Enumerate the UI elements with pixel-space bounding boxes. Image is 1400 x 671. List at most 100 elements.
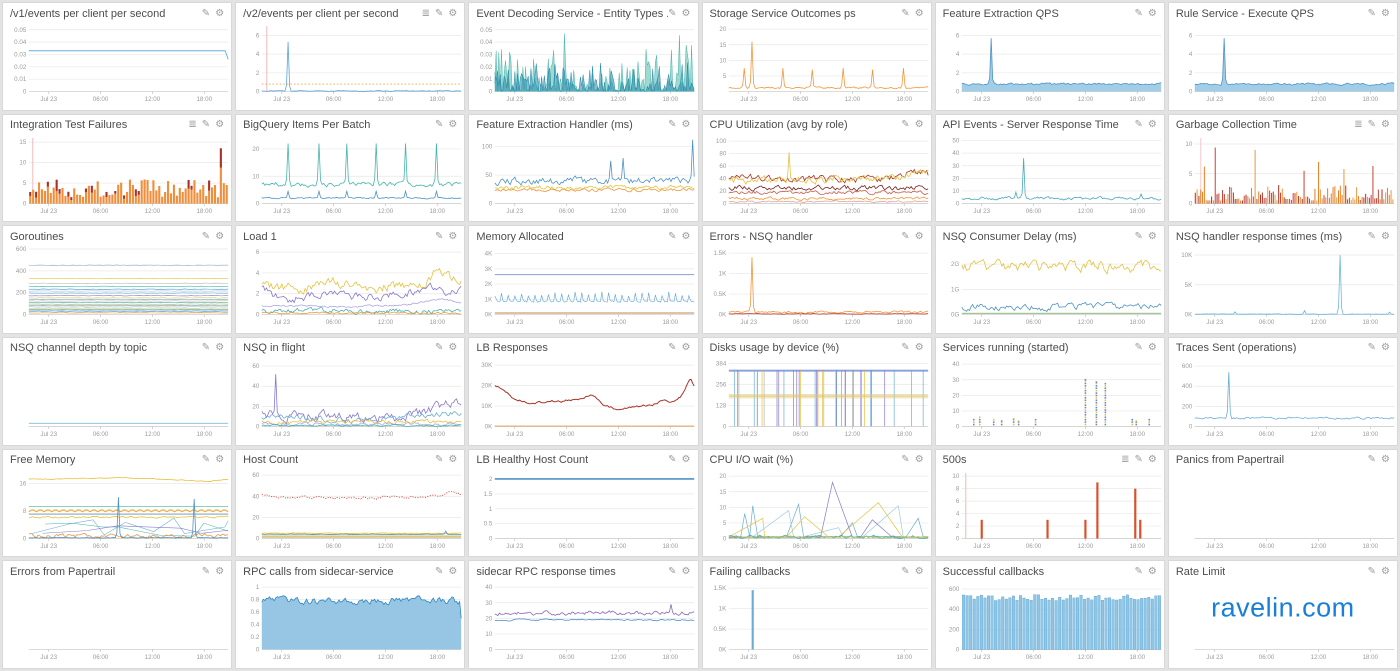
pencil-icon[interactable]: ✎ (202, 9, 210, 19)
gear-icon[interactable]: ⚙ (915, 567, 924, 577)
pencil-icon[interactable]: ✎ (435, 343, 443, 353)
pencil-icon[interactable]: ✎ (1368, 120, 1376, 130)
list-icon[interactable]: ≣ (1121, 455, 1129, 465)
gear-icon[interactable]: ⚙ (448, 567, 457, 577)
panel-header: Goroutines ✎⚙ (3, 226, 231, 244)
gear-icon[interactable]: ⚙ (682, 455, 691, 465)
gear-icon[interactable]: ⚙ (1148, 120, 1157, 130)
pencil-icon[interactable]: ✎ (202, 120, 210, 130)
pencil-icon[interactable]: ✎ (1134, 9, 1142, 19)
gear-icon[interactable]: ⚙ (915, 120, 924, 130)
panel: Memory Allocated ✎⚙ 0K1K2K3K4KJul 2306:0… (468, 225, 698, 334)
gear-icon[interactable]: ⚙ (1148, 232, 1157, 242)
pencil-icon[interactable]: ✎ (1134, 120, 1142, 130)
gear-icon[interactable]: ⚙ (682, 120, 691, 130)
pencil-icon[interactable]: ✎ (668, 567, 676, 577)
svg-text:12:00: 12:00 (1077, 431, 1093, 438)
gear-icon[interactable]: ⚙ (915, 9, 924, 19)
pencil-icon[interactable]: ✎ (901, 455, 909, 465)
gear-icon[interactable]: ⚙ (1148, 567, 1157, 577)
gear-icon[interactable]: ⚙ (682, 567, 691, 577)
pencil-icon[interactable]: ✎ (1368, 9, 1376, 19)
gear-icon[interactable]: ⚙ (215, 567, 224, 577)
pencil-icon[interactable]: ✎ (901, 567, 909, 577)
panel-header: RPC calls from sidecar-service ✎⚙ (236, 561, 464, 579)
gear-icon[interactable]: ⚙ (215, 232, 224, 242)
svg-text:30: 30 (952, 162, 959, 169)
chart: 5101520Jul 2306:0012:0018:00 (703, 21, 931, 110)
pencil-icon[interactable]: ✎ (668, 120, 676, 130)
gear-icon[interactable]: ⚙ (682, 343, 691, 353)
svg-text:4: 4 (955, 510, 959, 517)
svg-text:5: 5 (722, 73, 726, 80)
pencil-icon[interactable]: ✎ (668, 9, 676, 19)
pencil-icon[interactable]: ✎ (1134, 232, 1142, 242)
list-icon[interactable]: ≣ (422, 9, 430, 19)
svg-text:18:00: 18:00 (896, 96, 912, 103)
panel-header: LB Healthy Host Count ✎⚙ (469, 450, 697, 468)
svg-text:Jul 23: Jul 23 (740, 543, 757, 550)
gear-icon[interactable]: ⚙ (215, 455, 224, 465)
svg-text:1K: 1K (485, 297, 493, 304)
pencil-icon[interactable]: ✎ (435, 9, 443, 19)
gear-icon[interactable]: ⚙ (448, 232, 457, 242)
pencil-icon[interactable]: ✎ (668, 232, 676, 242)
svg-text:1.5K: 1.5K (713, 250, 727, 257)
gear-icon[interactable]: ⚙ (915, 455, 924, 465)
pencil-icon[interactable]: ✎ (435, 567, 443, 577)
gear-icon[interactable]: ⚙ (448, 343, 457, 353)
pencil-icon[interactable]: ✎ (901, 232, 909, 242)
pencil-icon[interactable]: ✎ (668, 455, 676, 465)
panel-actions: ✎⚙ (901, 232, 923, 242)
gear-icon[interactable]: ⚙ (1148, 343, 1157, 353)
pencil-icon[interactable]: ✎ (435, 120, 443, 130)
pencil-icon[interactable]: ✎ (1134, 343, 1142, 353)
list-icon[interactable]: ≣ (1354, 120, 1362, 130)
pencil-icon[interactable]: ✎ (1368, 232, 1376, 242)
list-icon[interactable]: ≣ (188, 120, 196, 130)
gear-icon[interactable]: ⚙ (1381, 567, 1390, 577)
gear-icon[interactable]: ⚙ (215, 9, 224, 19)
pencil-icon[interactable]: ✎ (202, 567, 210, 577)
gear-icon[interactable]: ⚙ (215, 120, 224, 130)
gear-icon[interactable]: ⚙ (1381, 232, 1390, 242)
gear-icon[interactable]: ⚙ (1381, 343, 1390, 353)
svg-text:12:00: 12:00 (611, 96, 627, 103)
svg-text:Jul 23: Jul 23 (1206, 319, 1223, 326)
pencil-icon[interactable]: ✎ (202, 343, 210, 353)
panel-title: Panics from Papertrail (1176, 454, 1284, 466)
pencil-icon[interactable]: ✎ (668, 343, 676, 353)
gear-icon[interactable]: ⚙ (1381, 455, 1390, 465)
pencil-icon[interactable]: ✎ (1134, 455, 1142, 465)
panel-header: CPU I/O wait (%) ✎⚙ (703, 450, 931, 468)
pencil-icon[interactable]: ✎ (901, 120, 909, 130)
gear-icon[interactable]: ⚙ (1148, 455, 1157, 465)
gear-icon[interactable]: ⚙ (448, 120, 457, 130)
gear-icon[interactable]: ⚙ (1381, 9, 1390, 19)
pencil-icon[interactable]: ✎ (435, 232, 443, 242)
pencil-icon[interactable]: ✎ (435, 455, 443, 465)
panel-header: Panics from Papertrail ✎ ⚙ (1169, 450, 1397, 468)
svg-text:Jul 23: Jul 23 (1206, 96, 1223, 103)
gear-icon[interactable]: ⚙ (1381, 120, 1390, 130)
gear-icon[interactable]: ⚙ (448, 455, 457, 465)
pencil-icon[interactable]: ✎ (202, 232, 210, 242)
panel-actions: ✎⚙ (668, 120, 690, 130)
pencil-icon[interactable]: ✎ (1368, 567, 1376, 577)
pencil-icon[interactable]: ✎ (1368, 343, 1376, 353)
pencil-icon[interactable]: ✎ (901, 343, 909, 353)
svg-text:80: 80 (719, 150, 726, 157)
svg-text:Jul 23: Jul 23 (274, 543, 291, 550)
pencil-icon[interactable]: ✎ (1134, 567, 1142, 577)
gear-icon[interactable]: ⚙ (682, 9, 691, 19)
pencil-icon[interactable]: ✎ (901, 9, 909, 19)
gear-icon[interactable]: ⚙ (1148, 9, 1157, 19)
panel: Host Count ✎⚙ 0204060Jul 2306:0012:0018:… (235, 449, 465, 558)
gear-icon[interactable]: ⚙ (915, 232, 924, 242)
gear-icon[interactable]: ⚙ (682, 232, 691, 242)
gear-icon[interactable]: ⚙ (448, 9, 457, 19)
pencil-icon[interactable]: ✎ (1368, 455, 1376, 465)
gear-icon[interactable]: ⚙ (215, 343, 224, 353)
gear-icon[interactable]: ⚙ (915, 343, 924, 353)
pencil-icon[interactable]: ✎ (202, 455, 210, 465)
